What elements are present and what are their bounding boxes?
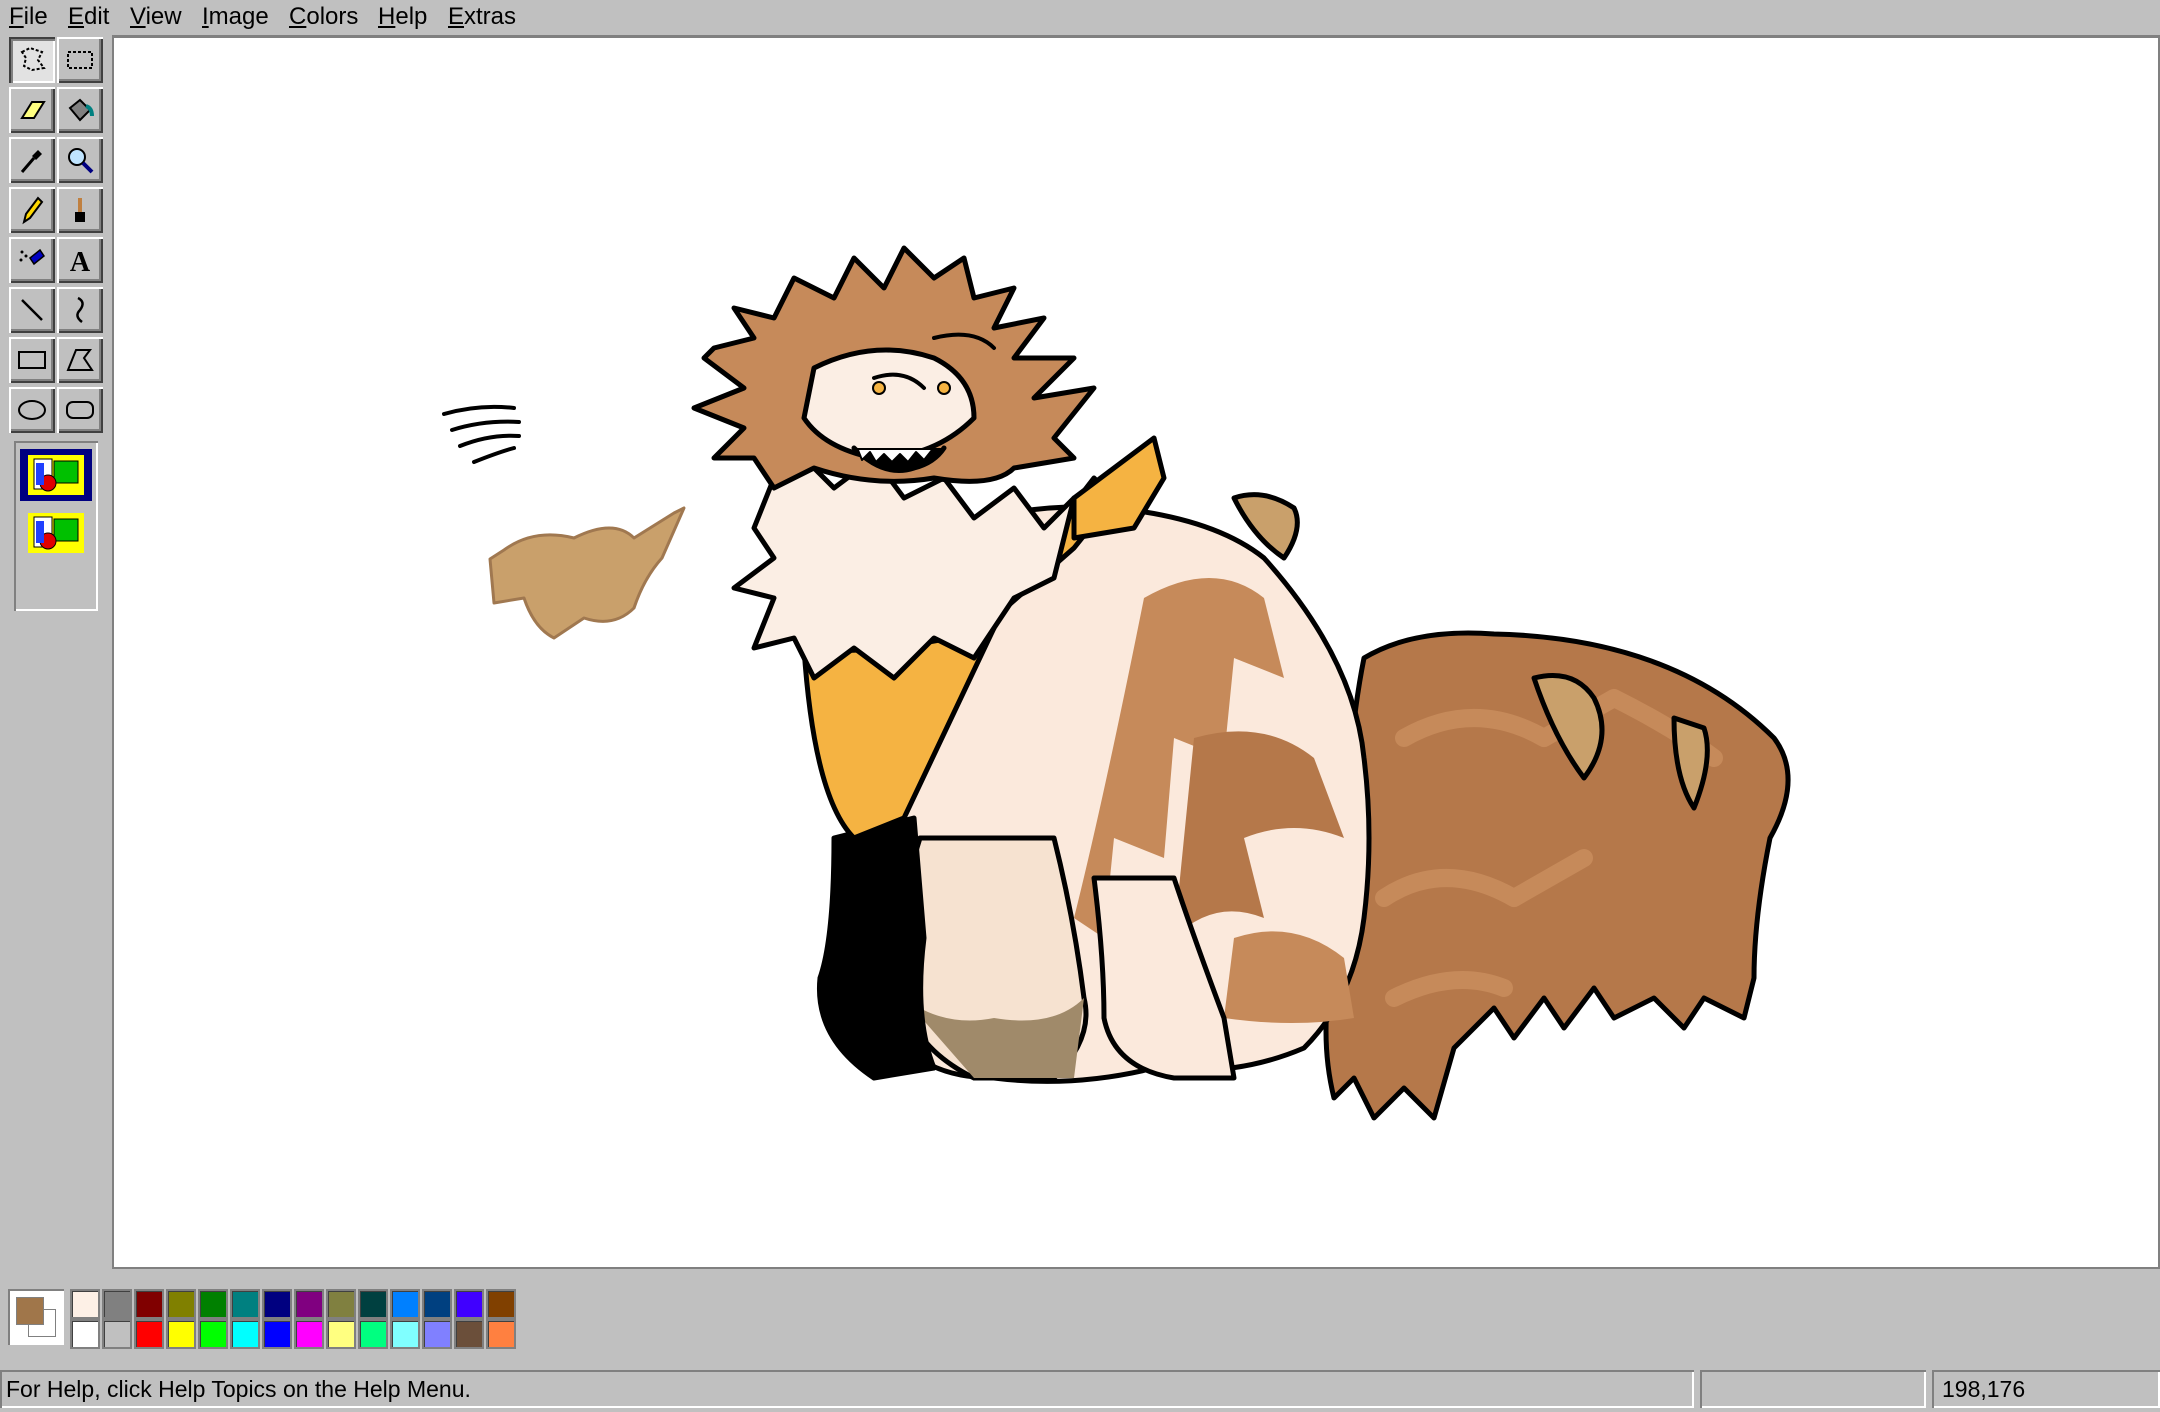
menu-edit[interactable]: Edit (68, 2, 109, 32)
color-picker-tool[interactable] (9, 137, 55, 183)
rectangle-select-tool[interactable] (57, 37, 103, 83)
pencil-tool[interactable] (9, 187, 55, 233)
menu-bar: File Edit View Image Colors Help Extras (0, 0, 2160, 35)
color-picker-icon (20, 150, 42, 173)
palette-color-swatch[interactable] (70, 1289, 100, 1319)
palette-color-swatch[interactable] (486, 1289, 516, 1319)
palette-color-swatch[interactable] (230, 1289, 260, 1319)
transparent-background-option[interactable] (20, 507, 92, 559)
airbrush-tool[interactable] (9, 237, 55, 283)
airbrush-icon (19, 248, 46, 266)
palette-color-swatch[interactable] (294, 1289, 324, 1319)
curve-tool[interactable] (57, 287, 103, 333)
palette-color-swatch[interactable] (134, 1319, 164, 1349)
palette-color-swatch[interactable] (166, 1289, 196, 1319)
status-bar: For Help, click Help Topics on the Help … (0, 1366, 2160, 1412)
eraser-tool[interactable] (9, 87, 55, 133)
eraser-icon (20, 101, 46, 119)
palette-color-swatch[interactable] (422, 1319, 452, 1349)
palette-color-swatch[interactable] (454, 1319, 484, 1349)
menu-file[interactable]: File (9, 2, 48, 32)
menu-help[interactable]: Help (378, 2, 427, 32)
opaque-background-icon (28, 455, 84, 495)
canvas-scroll-area (112, 35, 2160, 1269)
palette-color-swatch[interactable] (454, 1289, 484, 1319)
status-coordinates: 198,176 (1932, 1370, 2160, 1408)
cat-drawing (442, 245, 1791, 1121)
fill-bucket-icon (68, 98, 94, 122)
transparent-background-icon (28, 513, 84, 553)
line-tool[interactable] (9, 287, 55, 333)
palette-color-swatch[interactable] (326, 1289, 356, 1319)
tool-box: A (0, 35, 112, 1269)
brush-icon (75, 198, 85, 222)
color-palette (0, 1269, 2160, 1357)
foreground-color-swatch (16, 1297, 44, 1325)
status-help-text: For Help, click Help Topics on the Help … (0, 1370, 1694, 1408)
rounded-rectangle-tool[interactable] (57, 387, 103, 433)
polygon-icon (66, 349, 94, 371)
rectangle-icon (18, 351, 46, 369)
fill-bucket-tool[interactable] (57, 87, 103, 133)
ellipse-icon (18, 400, 46, 420)
current-colors-indicator[interactable] (8, 1289, 64, 1345)
brush-tool[interactable] (57, 187, 103, 233)
ellipse-tool[interactable] (9, 387, 55, 433)
palette-color-swatch[interactable] (390, 1289, 420, 1319)
rounded-rectangle-icon (66, 401, 94, 419)
palette-color-swatch[interactable] (198, 1319, 228, 1349)
text-tool[interactable]: A (57, 237, 103, 283)
palette-color-swatch[interactable] (358, 1289, 388, 1319)
palette-color-swatch[interactable] (166, 1319, 196, 1349)
palette-color-swatch[interactable] (230, 1319, 260, 1349)
palette-color-swatch[interactable] (102, 1289, 132, 1319)
palette-color-swatch[interactable] (486, 1319, 516, 1349)
status-size-panel (1700, 1370, 1926, 1408)
curve-icon (76, 296, 84, 323)
palette-color-swatch[interactable] (198, 1289, 228, 1319)
opaque-background-option[interactable] (20, 449, 92, 501)
tool-options-panel (14, 441, 98, 611)
palette-color-swatch[interactable] (70, 1319, 100, 1349)
magnifier-tool[interactable] (57, 137, 103, 183)
rectangle-select-icon (67, 51, 93, 69)
palette-color-swatch[interactable] (102, 1319, 132, 1349)
menu-view[interactable]: View (130, 2, 182, 32)
palette-color-swatch[interactable] (422, 1289, 452, 1319)
palette-color-swatch[interactable] (134, 1289, 164, 1319)
pencil-icon (22, 196, 44, 225)
menu-extras[interactable]: Extras (448, 2, 516, 32)
magnifier-icon (68, 148, 94, 174)
free-form-select-tool[interactable] (9, 37, 55, 83)
svg-text:A: A (70, 247, 91, 276)
free-form-select-icon (20, 46, 46, 72)
palette-color-swatch[interactable] (294, 1319, 324, 1349)
palette-color-swatch[interactable] (262, 1289, 292, 1319)
line-icon (21, 299, 43, 321)
menu-image[interactable]: Image (202, 2, 269, 32)
text-icon: A (70, 247, 91, 276)
palette-color-swatch[interactable] (358, 1319, 388, 1349)
palette-color-swatch[interactable] (326, 1319, 356, 1349)
polygon-tool[interactable] (57, 337, 103, 383)
drawing-canvas[interactable] (114, 38, 2158, 1267)
menu-colors[interactable]: Colors (289, 2, 358, 32)
rectangle-tool[interactable] (9, 337, 55, 383)
palette-color-swatch[interactable] (390, 1319, 420, 1349)
palette-color-swatch[interactable] (262, 1319, 292, 1349)
